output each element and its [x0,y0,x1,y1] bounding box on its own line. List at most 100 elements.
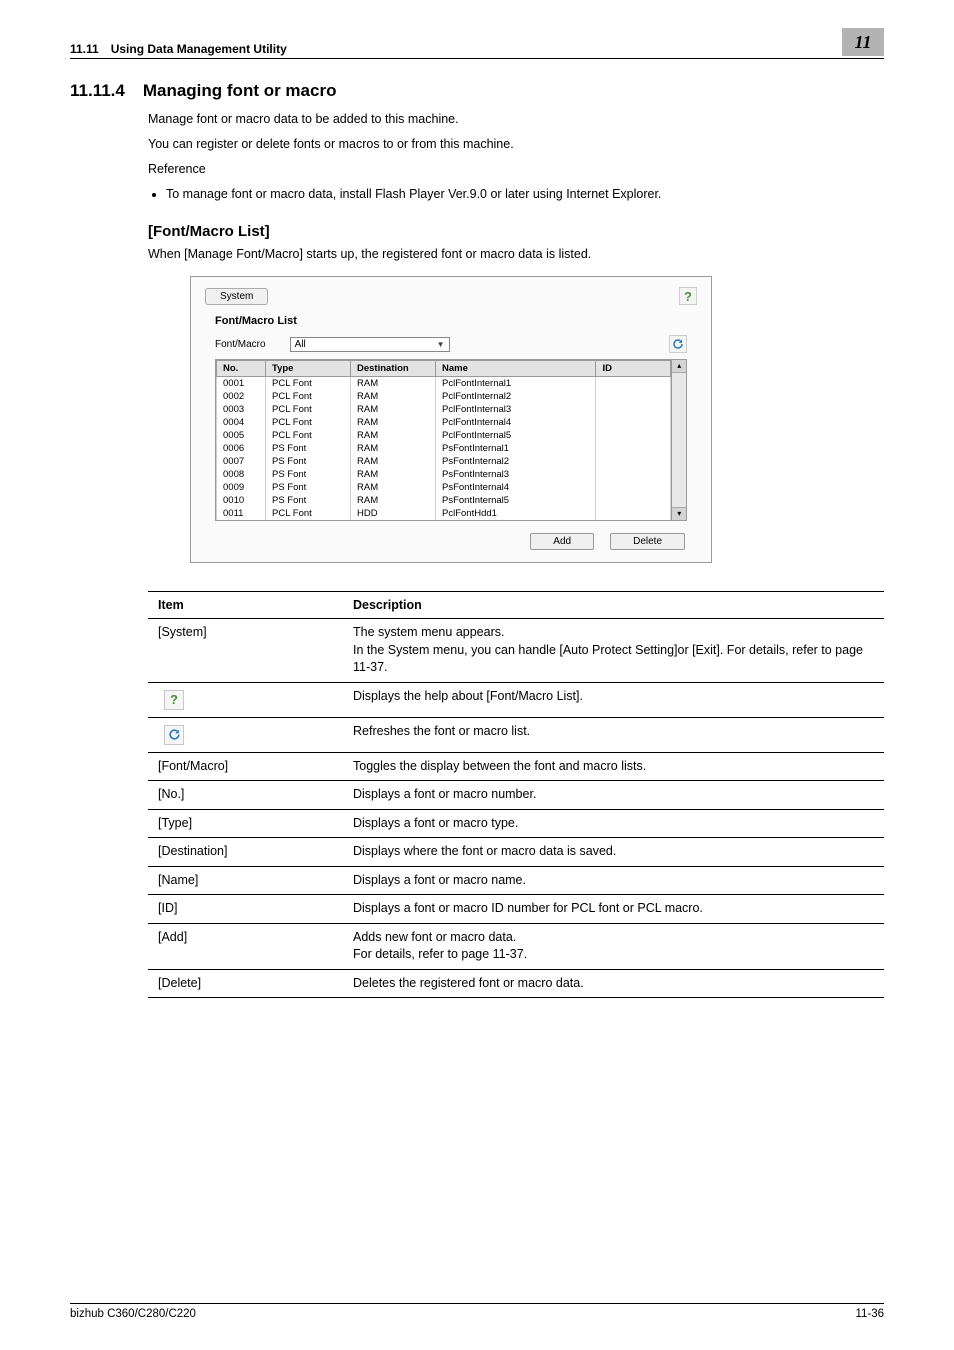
list-cell-no: 0004 [217,416,266,429]
desc-description: Displays a font or macro ID number for P… [343,895,884,924]
screenshot-title: Font/Macro List [215,315,697,327]
list-cell-dest: RAM [351,429,436,442]
desc-row: Refreshes the font or macro list. [148,717,884,752]
list-cell-no: 0006 [217,442,266,455]
list-cell-name: PsFontInternal5 [436,494,596,507]
desc-row: [Font/Macro]Toggles the display between … [148,752,884,781]
list-cell-type: PS Font [266,455,351,468]
delete-button[interactable]: Delete [610,533,685,550]
list-row[interactable]: 0002PCL FontRAMPclFontInternal2 [217,390,671,403]
desc-item: [Add] [148,923,343,969]
col-header-type[interactable]: Type [266,361,351,377]
desc-description: Toggles the display between the font and… [343,752,884,781]
desc-row: [ID]Displays a font or macro ID number f… [148,895,884,924]
system-menu-button[interactable]: System [205,288,268,305]
list-cell-id [596,429,671,442]
desc-description: Displays the help about [Font/Macro List… [343,682,884,717]
desc-header-item: Item [148,592,343,619]
desc-item: [System] [148,619,343,683]
list-cell-name: PclFontInternal5 [436,429,596,442]
desc-row: [Name]Displays a font or macro name. [148,866,884,895]
filter-label: Font/Macro [215,339,266,350]
col-header-id[interactable]: ID [596,361,671,377]
desc-item: [ID] [148,895,343,924]
list-cell-name: PclFontInternal2 [436,390,596,403]
desc-description: Displays a font or macro number. [343,781,884,810]
filter-dropdown-value: All [295,339,306,350]
list-row[interactable]: 0007PS FontRAMPsFontInternal2 [217,455,671,468]
desc-description: Refreshes the font or macro list. [343,717,884,752]
scroll-down-icon[interactable]: ▾ [672,507,686,520]
list-cell-dest: RAM [351,481,436,494]
desc-item: [Destination] [148,838,343,867]
list-cell-dest: RAM [351,442,436,455]
desc-item: [Type] [148,809,343,838]
list-row[interactable]: 0009PS FontRAMPsFontInternal4 [217,481,671,494]
desc-description: Displays a font or macro name. [343,866,884,895]
intro-p2: You can register or delete fonts or macr… [148,136,884,153]
reference-bullet-1: To manage font or macro data, install Fl… [166,186,884,203]
help-icon[interactable]: ? [679,287,697,305]
desc-description: Deletes the registered font or macro dat… [343,969,884,998]
col-header-no[interactable]: No. [217,361,266,377]
list-cell-dest: RAM [351,494,436,507]
list-cell-no: 0008 [217,468,266,481]
list-cell-name: PclFontInternal3 [436,403,596,416]
filter-dropdown[interactable]: All ▼ [290,337,450,352]
chevron-down-icon: ▼ [437,340,445,349]
list-cell-name: PsFontInternal2 [436,455,596,468]
desc-row: [System]The system menu appears.In the S… [148,619,884,683]
add-button[interactable]: Add [530,533,594,550]
desc-row: ? Displays the help about [Font/Macro Lis… [148,682,884,717]
list-cell-type: PCL Font [266,390,351,403]
list-row[interactable]: 0004PCL FontRAMPclFontInternal4 [217,416,671,429]
list-cell-name: PsFontInternal4 [436,481,596,494]
page-footer: bizhub C360/C280/C220 11-36 [70,1303,884,1320]
list-cell-type: PS Font [266,442,351,455]
list-cell-id [596,481,671,494]
desc-row: [No.]Displays a font or macro number. [148,781,884,810]
col-header-name[interactable]: Name [436,361,596,377]
header-rule [70,58,884,59]
subsection-lead: When [Manage Font/Macro] starts up, the … [148,246,884,263]
col-header-destination[interactable]: Destination [351,361,436,377]
list-cell-type: PCL Font [266,429,351,442]
desc-row: [Destination]Displays where the font or … [148,838,884,867]
list-row[interactable]: 0008PS FontRAMPsFontInternal3 [217,468,671,481]
scroll-up-icon[interactable]: ▴ [672,360,686,373]
intro-p1: Manage font or macro data to be added to… [148,111,884,128]
list-cell-no: 0002 [217,390,266,403]
list-cell-dest: RAM [351,416,436,429]
list-row[interactable]: 0005PCL FontRAMPclFontInternal5 [217,429,671,442]
list-cell-no: 0009 [217,481,266,494]
list-cell-name: PclFontInternal1 [436,377,596,391]
list-cell-dest: RAM [351,377,436,391]
desc-item: [Delete] [148,969,343,998]
header-section-number: 11.11 [70,42,99,56]
list-cell-type: PCL Font [266,377,351,391]
list-row[interactable]: 0011PCL FontHDDPclFontHdd1 [217,507,671,520]
refresh-icon[interactable] [669,335,687,353]
help-icon: ? [164,690,184,710]
heading-title: Managing font or macro [143,81,337,101]
desc-description: Displays a font or macro type. [343,809,884,838]
list-row[interactable]: 0006PS FontRAMPsFontInternal1 [217,442,671,455]
list-cell-name: PclFontInternal4 [436,416,596,429]
list-cell-type: PCL Font [266,403,351,416]
list-cell-type: PCL Font [266,416,351,429]
list-cell-dest: RAM [351,468,436,481]
help-glyph: ? [684,289,692,304]
desc-row: [Delete]Deletes the registered font or m… [148,969,884,998]
list-cell-id [596,442,671,455]
desc-description: Displays where the font or macro data is… [343,838,884,867]
list-cell-dest: HDD [351,507,436,520]
desc-item: [Name] [148,866,343,895]
list-cell-name: PsFontInternal1 [436,442,596,455]
list-scrollbar[interactable]: ▴ ▾ [671,360,686,520]
subsection-title: [Font/Macro List] [148,223,884,240]
refresh-glyph [672,338,684,350]
desc-row: [Add]Adds new font or macro data.For det… [148,923,884,969]
list-row[interactable]: 0001PCL FontRAMPclFontInternal1 [217,377,671,391]
list-row[interactable]: 0003PCL FontRAMPclFontInternal3 [217,403,671,416]
list-row[interactable]: 0010PS FontRAMPsFontInternal5 [217,494,671,507]
